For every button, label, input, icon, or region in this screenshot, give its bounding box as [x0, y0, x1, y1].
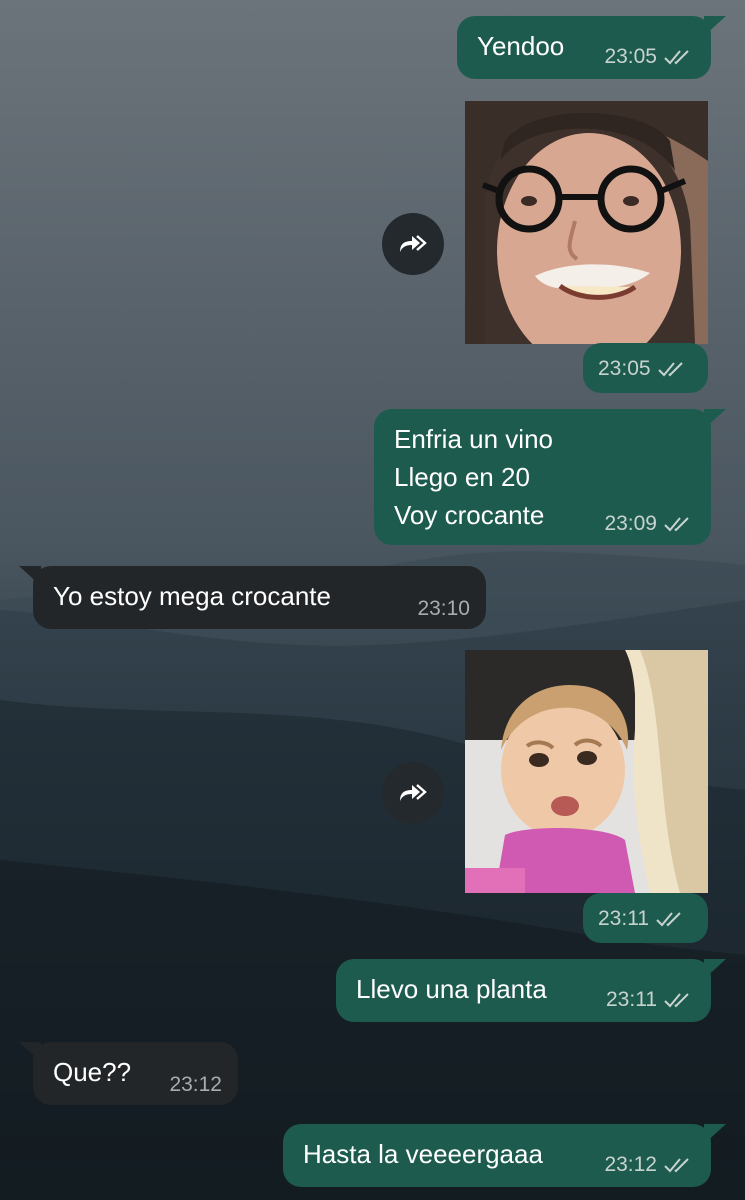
message-meta: 23:11	[598, 907, 685, 931]
bubble-tail	[704, 409, 726, 429]
sticker-image	[465, 650, 708, 893]
message-meta: 23:05	[598, 357, 687, 381]
message-time: 23:11	[598, 907, 649, 930]
message-meta: 23:10	[417, 597, 470, 621]
message-text: Hasta la veeeergaaa	[303, 1139, 543, 1169]
forward-icon	[400, 235, 427, 252]
message-line-1: Enfria un vino	[394, 424, 553, 454]
bubble-tail	[704, 16, 726, 36]
double-check-icon	[656, 912, 681, 927]
message-meta: 23:11	[606, 988, 693, 1012]
forward-icon	[400, 784, 427, 801]
message-bubble-incoming[interactable]: Yo estoy mega crocante 23:10	[33, 566, 486, 629]
forward-button[interactable]	[382, 762, 444, 824]
bubble-tail	[704, 959, 726, 979]
message-bubble-incoming[interactable]: Que?? 23:12	[33, 1042, 238, 1105]
bubble-tail	[19, 566, 41, 586]
message-bubble-outgoing[interactable]: Enfria un vino Llego en 20 Voy crocante …	[374, 409, 711, 545]
double-check-icon	[657, 362, 683, 377]
message-text: Yo estoy mega crocante	[53, 581, 331, 611]
man-with-glasses-sticker[interactable]	[465, 101, 708, 344]
double-check-icon	[664, 993, 689, 1008]
message-line-3: Voy crocante	[394, 500, 545, 530]
message-time: 23:11	[606, 988, 657, 1011]
message-time: 23:12	[169, 1073, 222, 1096]
double-check-icon	[664, 50, 689, 65]
message-time: 23:10	[417, 597, 470, 620]
message-text: Llevo una planta	[356, 974, 547, 1004]
message-time: 23:05	[598, 357, 651, 380]
message-line-2: Llego en 20	[394, 462, 530, 492]
message-bubble-outgoing[interactable]: Llevo una planta 23:11	[336, 959, 711, 1022]
message-bubble-outgoing[interactable]: Hasta la veeeergaaa 23:12	[283, 1124, 711, 1187]
message-meta: 23:09	[604, 512, 693, 536]
bubble-tail	[19, 1042, 41, 1062]
bubble-tail	[704, 1124, 726, 1144]
toddler-face-sticker[interactable]	[465, 650, 708, 893]
message-meta: 23:12	[604, 1153, 693, 1177]
message-text: Yendoo	[477, 31, 565, 61]
message-text: Que??	[53, 1057, 132, 1087]
sticker-image	[465, 101, 708, 344]
message-meta: 23:05	[604, 45, 693, 69]
message-time: 23:09	[604, 512, 657, 535]
message-bubble-outgoing[interactable]: Yendoo 23:05	[457, 16, 711, 79]
forward-button[interactable]	[382, 213, 444, 275]
double-check-icon	[664, 1158, 689, 1173]
sticker-time-pill: 23:05	[583, 343, 708, 393]
message-meta: 23:12	[169, 1073, 222, 1097]
message-time: 23:12	[604, 1153, 657, 1176]
message-time: 23:05	[604, 45, 657, 68]
sticker-time-pill: 23:11	[583, 893, 708, 943]
double-check-icon	[664, 517, 689, 532]
